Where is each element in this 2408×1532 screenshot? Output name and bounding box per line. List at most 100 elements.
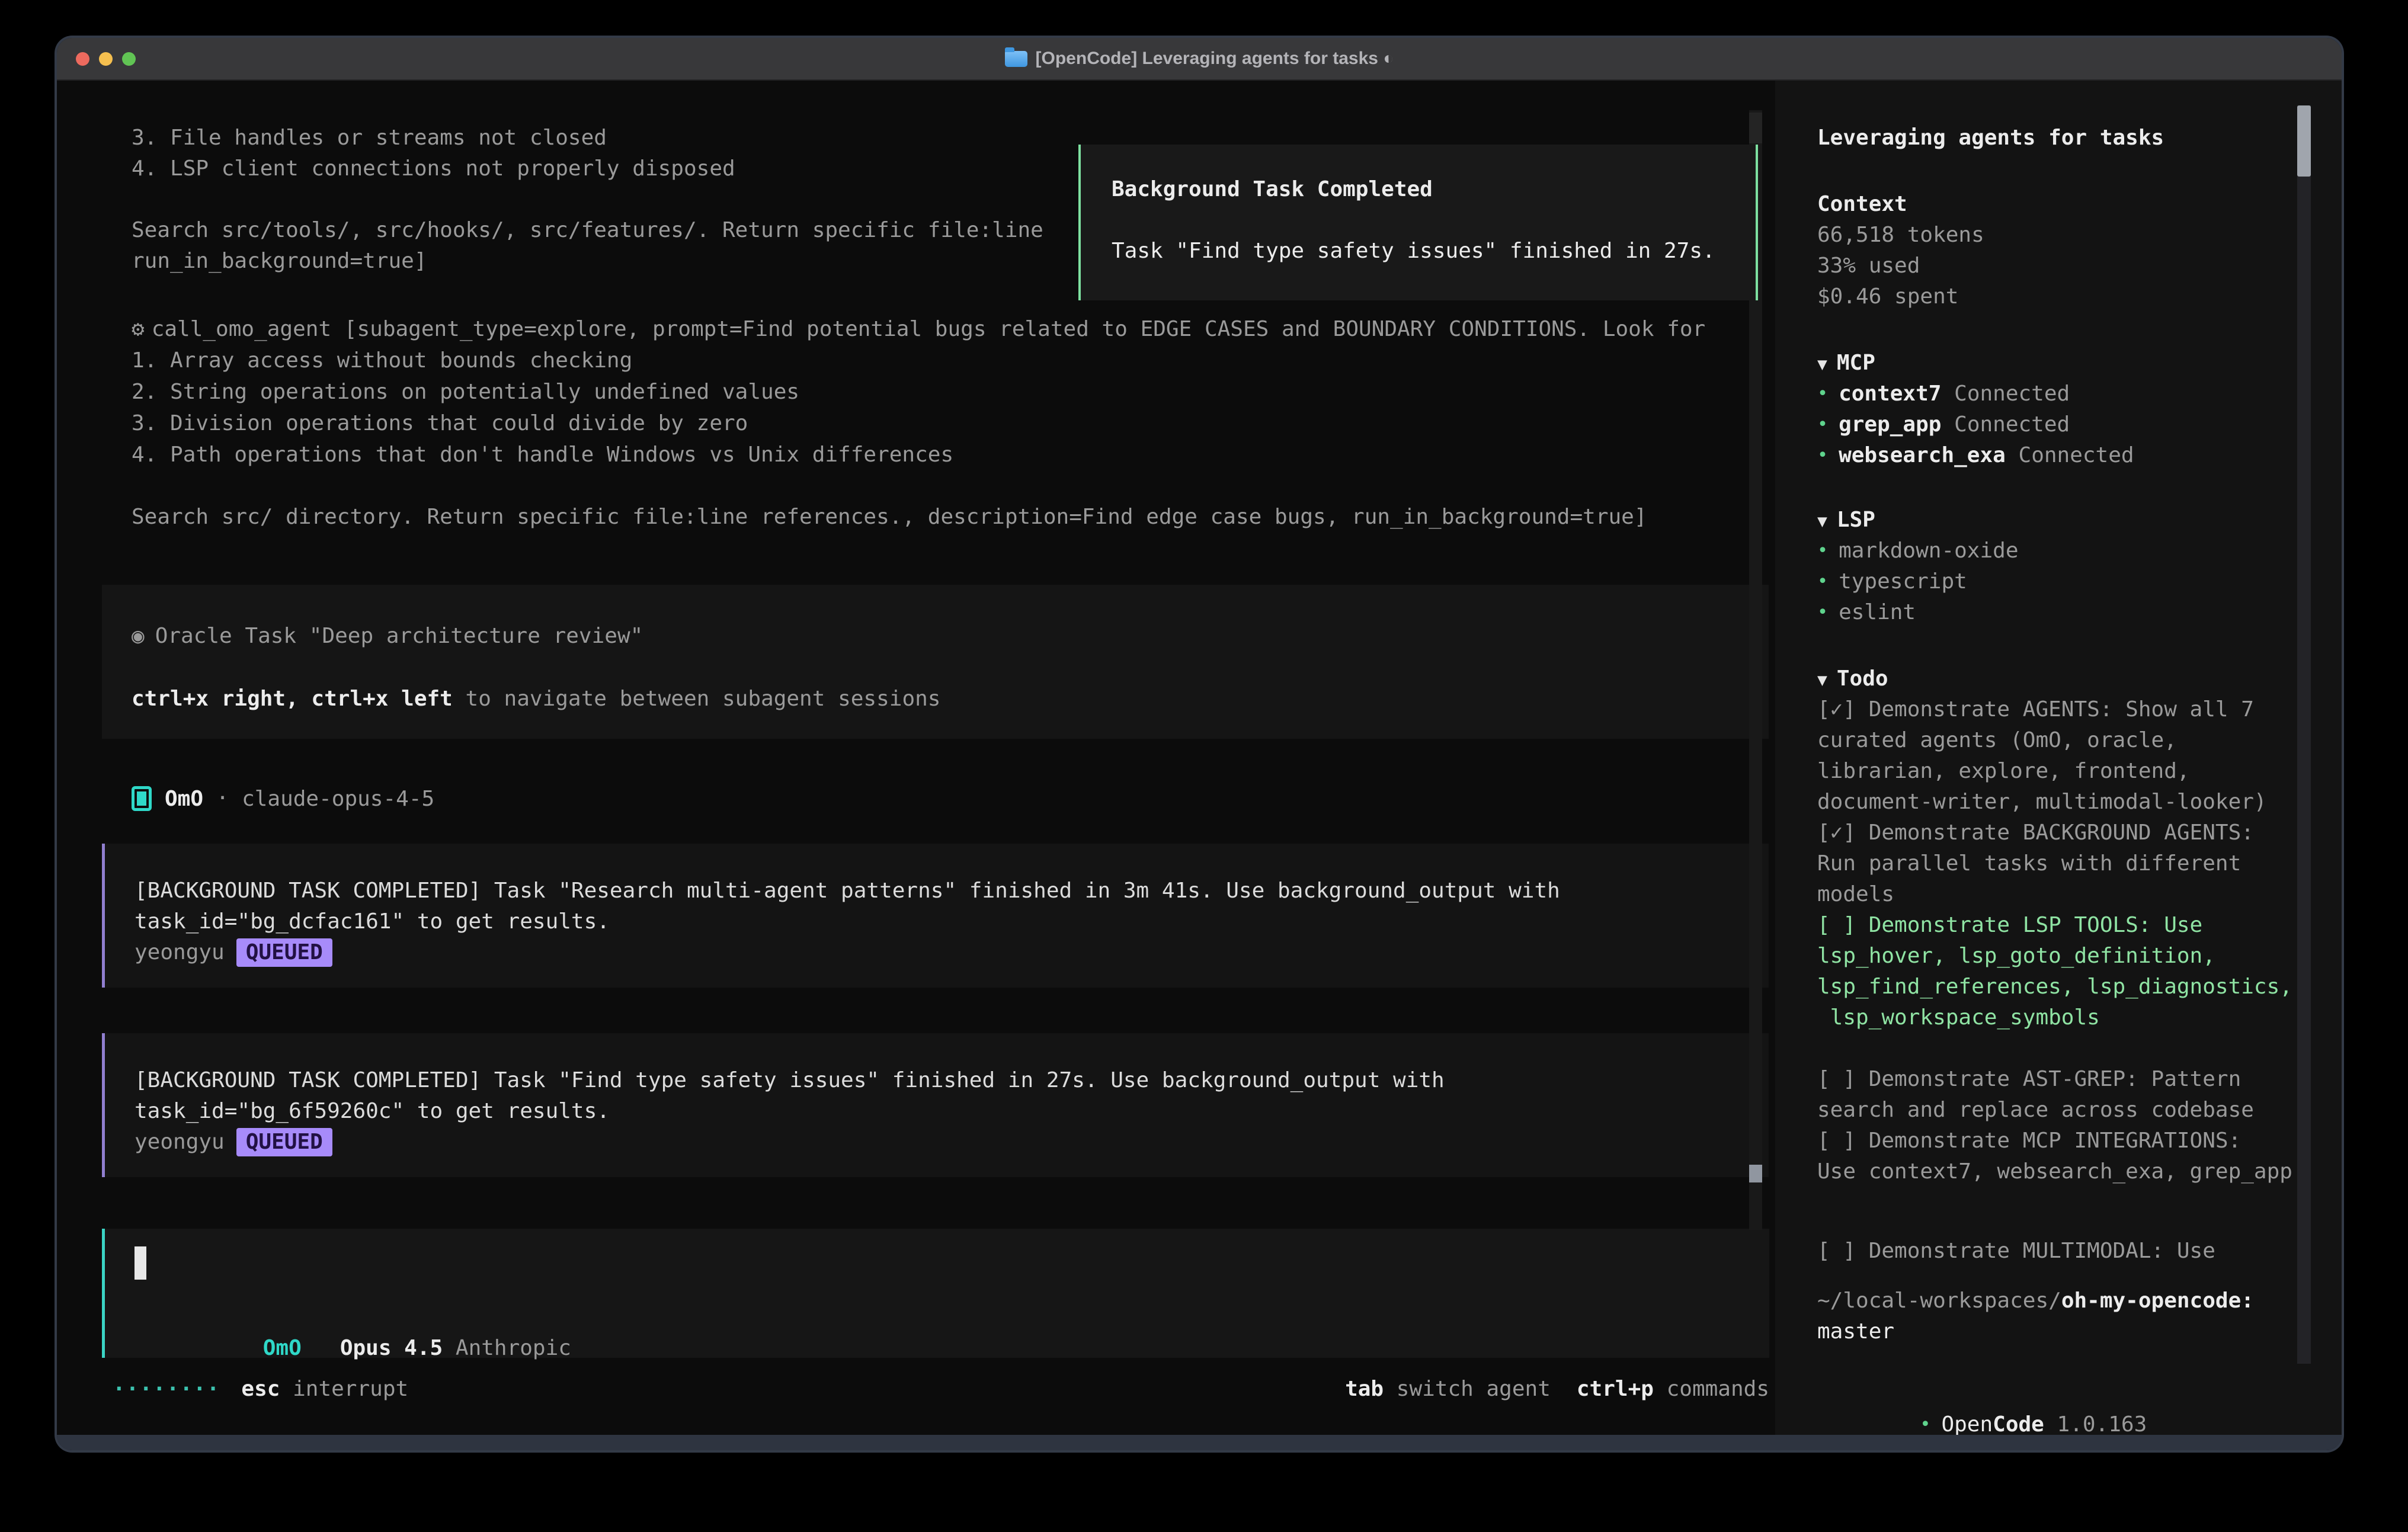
close-button[interactable] [76,52,89,66]
todo-line: [✓] Demonstrate AGENTS: Show all 7 [1817,694,2292,725]
window-title: [OpenCode] Leveraging agents for tasks ◐ [1005,49,1394,69]
todo-line: librarian, explore, frontend, [1817,756,2292,787]
model-name: claude-opus-4-5 [242,787,434,811]
todo-line: document-writer, multimodal-looker) [1817,787,2292,818]
bullet-icon: • [1817,540,1828,561]
separator: · [203,783,242,814]
hint-text: to navigate between subagent sessions [453,687,941,711]
sidebar-scrollbar-thumb[interactable] [2297,105,2311,177]
mcp-item: • grep_app Connected [1817,409,2134,440]
lsp-item: • eslint [1817,597,2019,628]
repo-name: oh-my-opencode: [2061,1289,2254,1313]
lsp-section-header[interactable]: ▼LSP [1817,505,2019,536]
mcp-section: ▼MCP • context7 Connected • grep_app Conne… [1817,348,2134,471]
mcp-name: websearch_exa [1839,443,2006,467]
lsp-name: markdown-oxide [1839,539,2018,563]
notification-title: Background Task Completed [1112,174,1756,205]
workspace-path-line: ~/local-workspaces/oh-my-opencode: [1817,1286,2254,1316]
status-badge: QUEUED [236,1128,332,1156]
lsp-section: ▼LSP •markdown-oxide •typescript •eslint [1817,505,2019,628]
window-bottom-edge [57,1435,2342,1450]
bullet-icon: • [1920,1414,1930,1435]
chevron-down-icon: ▼ [1817,354,1827,374]
scrollback-output: 3. File handles or streams not closed 4.… [132,123,1043,277]
bullet-icon: • [1817,414,1828,435]
scrollbar-thumb[interactable] [1749,1165,1762,1182]
todo-line: [ ] Demonstrate MULTIMODAL: Use [1817,1236,2292,1267]
window-title-text: [OpenCode] Leveraging agents for tasks ◐ [1036,49,1394,69]
zoom-button[interactable] [122,52,136,66]
mcp-status: Connected [2019,443,2134,467]
app-name-regular: Open [1941,1412,1993,1437]
todo-line-active: lsp_workspace_symbols [1817,1002,2292,1033]
oracle-task-title: ◉Oracle Task "Deep architecture review" [132,620,1769,652]
mcp-section-header[interactable]: ▼MCP [1817,348,2134,379]
todo-line: search and replace across codebase [1817,1095,2292,1126]
notification-body: Task "Find type safety issues" finished … [1112,236,1756,267]
tool-call-item: 2. String operations on potentially unde… [132,376,1705,408]
task-message-line: task_id="bg_dcfac161" to get results. [135,906,1769,937]
output-line: 4. LSP client connections not properly d… [132,153,1043,184]
path-prefix: ~/local-workspaces/ [1817,1289,2061,1313]
session-title: Leveraging agents for tasks [1817,123,2164,153]
app-name-bold: Code [1993,1412,2044,1437]
tool-call-item: 1. Array access without bounds checking [132,345,1705,376]
context-tokens: 66,518 tokens [1817,220,1984,251]
context-spent: $0.46 spent [1817,281,1984,312]
gear-icon: ⚙ [132,317,145,341]
blank-line [132,470,1705,501]
chevron-down-icon: ▼ [1817,511,1827,531]
prompt-input[interactable]: OmO Opus 4.5 Anthropic [102,1229,1769,1358]
spinner-dots-icon: ········ [113,1377,220,1401]
titlebar[interactable]: [OpenCode] Leveraging agents for tasks ◐ [57,38,2342,81]
sidebar-scrollbar[interactable] [2297,105,2311,1364]
todo-line: [ ] Demonstrate AST-GREP: Pattern [1817,1064,2292,1095]
input-model-label: OmO Opus 4.5 Anthropic [135,1312,571,1384]
output-line: run_in_background=true] [132,246,1043,277]
context-heading: Context [1817,189,1984,220]
task-meta-row: yeongyu QUEUED [135,1127,1769,1158]
background-task-message: [BACKGROUND TASK COMPLETED] Task "Find t… [102,1033,1769,1177]
tab-key-hint: tab [1345,1377,1384,1401]
agent-model-header: OmO · claude-opus-4-5 [132,783,434,814]
workspace-path: ~/local-workspaces/oh-my-opencode: maste… [1817,1286,2254,1347]
context-used: 33% used [1817,251,1984,281]
tool-call-tail: Search src/ directory. Return specific f… [132,501,1705,533]
input-model-name[interactable]: Opus 4.5 [340,1336,443,1360]
blank-line [132,652,1769,683]
todo-line-active: [ ] Demonstrate LSP TOOLS: Use [1817,910,2292,941]
folder-icon [1005,51,1027,67]
username: yeongyu [135,1127,225,1158]
minimize-button[interactable] [99,52,113,66]
output-line: Search src/tools/, src/hooks/, src/featu… [132,215,1043,246]
input-provider-name: Anthropic [456,1336,571,1360]
output-line: 3. File handles or streams not closed [132,123,1043,153]
todo-line-active: lsp_find_references, lsp_diagnostics, [1817,972,2292,1002]
status-badge: QUEUED [236,938,332,967]
blank-line [1112,205,1756,236]
input-agent-name[interactable]: OmO [263,1336,302,1360]
ctrlp-key-hint: ctrl+p [1577,1377,1654,1401]
todo-line: Use context7, websearch_exa, grep_app [1817,1156,2292,1187]
todo-section: ▼Todo [✓] Demonstrate AGENTS: Show all 7… [1817,664,2292,1267]
hint-keys: ctrl+x right, ctrl+x left [132,687,453,711]
todo-line-active: lsp_hover, lsp_goto_definition, [1817,941,2292,972]
lsp-name: eslint [1839,600,1916,624]
todo-section-header[interactable]: ▼Todo [1817,664,2292,694]
blank-line [1817,1187,2292,1218]
blank-line [132,184,1043,215]
username: yeongyu [135,937,225,968]
git-branch: master [1817,1316,2254,1347]
bullet-icon: • [1817,602,1828,623]
agent-name: OmO [165,787,203,811]
mcp-name: grep_app [1839,412,1941,437]
oracle-task-banner: ◉Oracle Task "Deep architecture review" … [102,585,1769,739]
terminal-window: [OpenCode] Leveraging agents for tasks ◐… [57,38,2342,1450]
agent-icon [132,786,152,811]
mcp-status: Connected [1954,412,2070,437]
lsp-item: • markdown-oxide [1817,536,2019,566]
app-version: •OpenCode 1.0.163 [1817,1379,2147,1409]
mcp-name: context7 [1839,382,1941,406]
traffic-lights [76,38,136,79]
mcp-item: •websearch_exa Connected [1817,440,2134,471]
